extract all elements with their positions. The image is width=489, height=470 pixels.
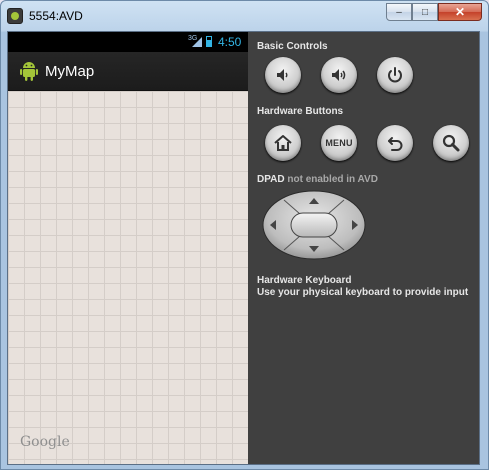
- window-controls: – □ ✕: [386, 3, 482, 21]
- basic-controls-label: Basic Controls: [257, 41, 328, 52]
- minimize-button[interactable]: –: [386, 3, 412, 21]
- power-icon: [388, 67, 402, 83]
- map-view[interactable]: Google: [8, 91, 248, 464]
- status-bar: 3G 4:50: [8, 32, 248, 52]
- android-app-icon: [7, 8, 23, 24]
- dpad-control[interactable]: [262, 190, 366, 260]
- menu-button-label: MENU: [325, 138, 353, 148]
- status-clock: 4:50: [218, 35, 242, 49]
- battery-icon: [206, 36, 212, 47]
- dpad-label: DPAD not enabled in AVD: [257, 174, 378, 185]
- volume-down-button[interactable]: [265, 57, 301, 93]
- menu-button[interactable]: MENU: [321, 125, 357, 161]
- home-button[interactable]: [265, 125, 301, 161]
- emulator-window: 5554:AVD – □ ✕ 3G 4:50 MyMap Google Basi…: [0, 0, 489, 470]
- search-icon: [442, 134, 460, 152]
- maximize-button[interactable]: □: [412, 3, 438, 21]
- search-button[interactable]: [433, 125, 469, 161]
- hardware-keyboard-description: Use your physical keyboard to provide in…: [257, 287, 469, 298]
- power-button[interactable]: [377, 57, 413, 93]
- device-screen[interactable]: 3G 4:50 MyMap Google: [8, 32, 248, 464]
- volume-down-icon: [277, 69, 288, 81]
- close-button[interactable]: ✕: [438, 3, 482, 21]
- hardware-keyboard-title: Hardware Keyboard: [257, 275, 352, 286]
- dpad-label-text: DPAD: [257, 174, 285, 185]
- back-button[interactable]: [377, 125, 413, 161]
- android-robot-icon[interactable]: [20, 60, 38, 82]
- signal-icon: [192, 37, 202, 47]
- emulator-controls-panel: Basic Controls Hardware Buttons MENU DPA…: [248, 32, 479, 464]
- window-titlebar[interactable]: 5554:AVD – □ ✕: [1, 1, 488, 31]
- google-logo: Google: [20, 434, 70, 450]
- app-title: MyMap: [45, 63, 95, 80]
- volume-up-icon: [332, 69, 346, 81]
- back-icon: [388, 137, 403, 151]
- window-title: 5554:AVD: [29, 9, 83, 23]
- action-bar: MyMap: [8, 52, 248, 91]
- volume-up-button[interactable]: [321, 57, 357, 93]
- emulator-client-area: 3G 4:50 MyMap Google Basic Controls Hard…: [7, 31, 480, 465]
- home-icon: [274, 135, 292, 151]
- dpad-status: not enabled in AVD: [287, 174, 378, 185]
- hardware-buttons-label: Hardware Buttons: [257, 106, 344, 117]
